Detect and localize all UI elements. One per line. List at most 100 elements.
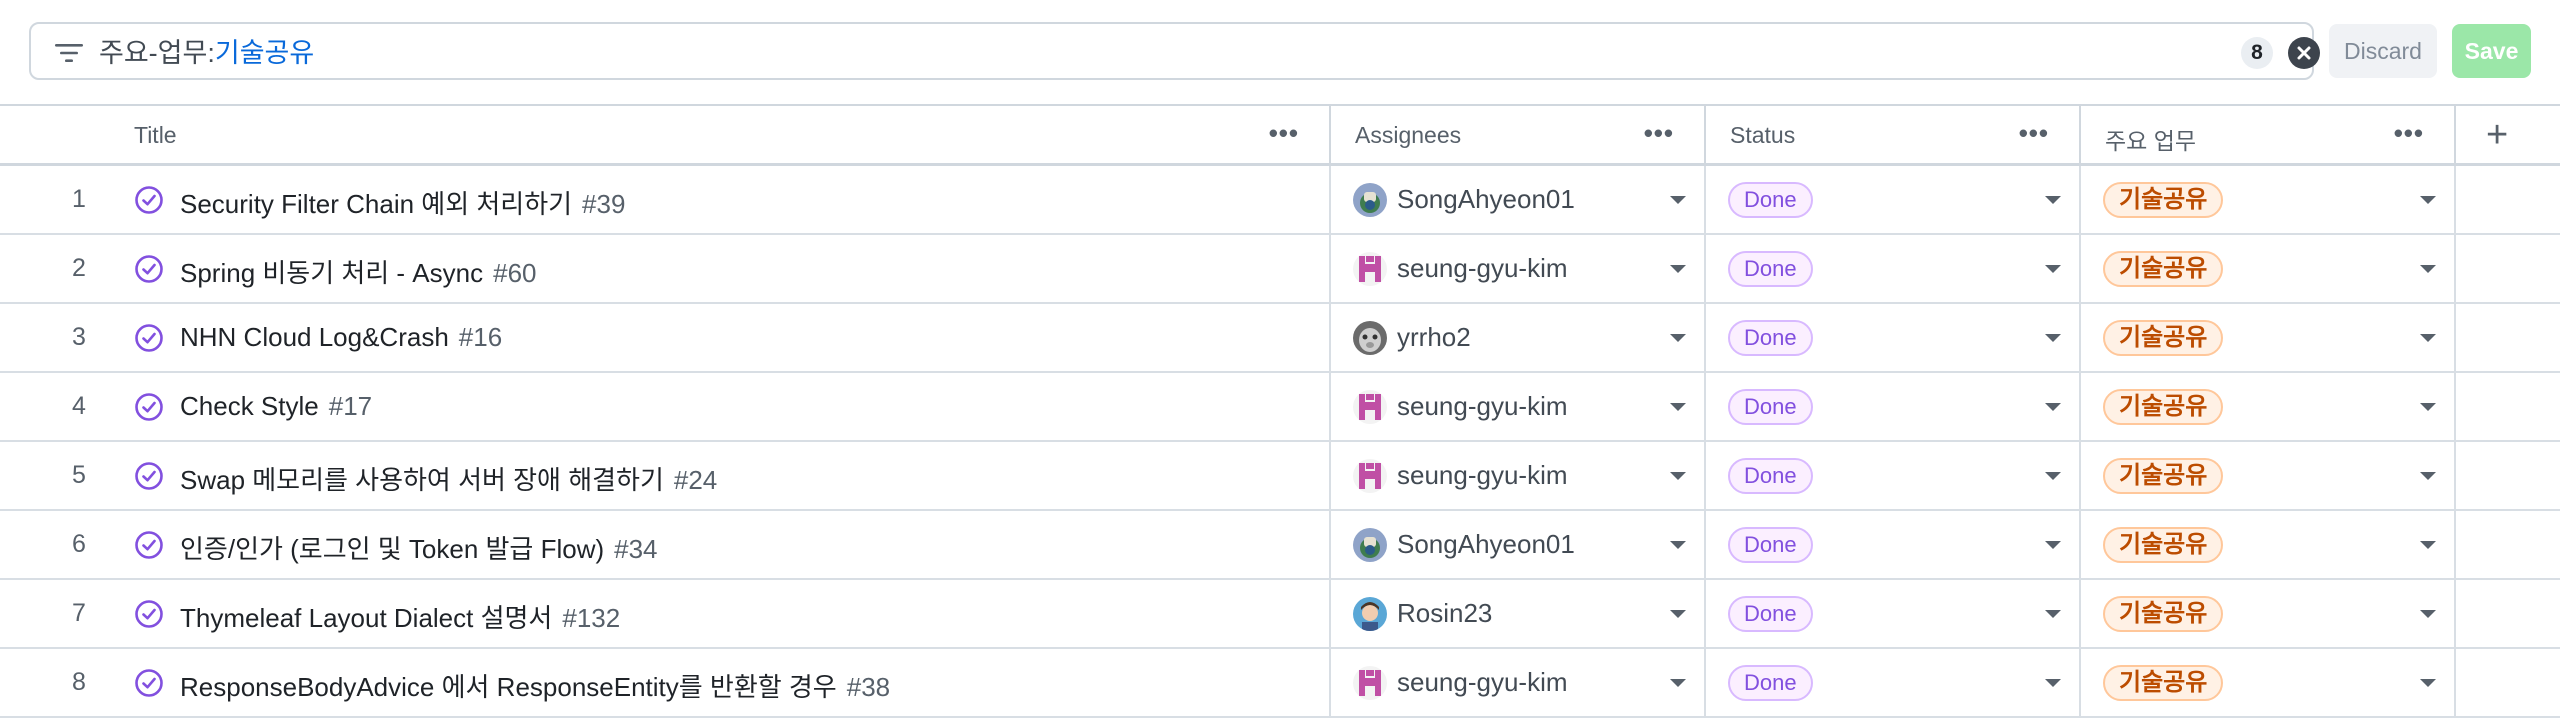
status-cell[interactable]: Done xyxy=(1706,649,2081,716)
status-badge: Done xyxy=(1728,596,1813,632)
assignee-cell[interactable]: SongAhyeon01 xyxy=(1331,511,1706,578)
avatar xyxy=(1353,390,1387,424)
title-cell[interactable]: 4 Check Style #17 xyxy=(0,373,1331,440)
issue-title[interactable]: NHN Cloud Log&Crash #16 xyxy=(180,322,502,353)
issue-title-text: Spring 비동기 처리 - Async xyxy=(180,258,484,288)
column-header-status[interactable]: Status ••• xyxy=(1706,106,2081,163)
chevron-down-icon[interactable] xyxy=(2045,403,2061,411)
chevron-down-icon[interactable] xyxy=(1670,196,1686,204)
title-cell[interactable]: 7 Thymeleaf Layout Dialect 설명서 #132 xyxy=(0,580,1331,647)
chevron-down-icon[interactable] xyxy=(1670,265,1686,273)
column-menu-button[interactable]: ••• xyxy=(2394,120,2424,146)
work-cell[interactable]: 기술공유 xyxy=(2081,442,2456,509)
work-cell[interactable]: 기술공유 xyxy=(2081,649,2456,716)
status-cell[interactable]: Done xyxy=(1706,235,2081,302)
chevron-down-icon[interactable] xyxy=(2420,541,2436,549)
chevron-down-icon[interactable] xyxy=(1670,334,1686,342)
title-cell[interactable]: 5 Swap 메모리를 사용하여 서버 장애 해결하기 #24 xyxy=(0,442,1331,509)
column-menu-button[interactable]: ••• xyxy=(1644,120,1674,146)
title-cell[interactable]: 1 Security Filter Chain 예외 처리하기 #39 xyxy=(0,166,1331,233)
chevron-down-icon[interactable] xyxy=(2045,610,2061,618)
chevron-down-icon[interactable] xyxy=(2420,472,2436,480)
title-cell[interactable]: 6 인증/인가 (로그인 및 Token 발급 Flow) #34 xyxy=(0,511,1331,578)
chevron-down-icon[interactable] xyxy=(2420,196,2436,204)
assignee-cell[interactable]: seung-gyu-kim xyxy=(1331,235,1706,302)
column-header-assignees[interactable]: Assignees ••• xyxy=(1331,106,1706,163)
status-cell[interactable]: Done xyxy=(1706,373,2081,440)
work-cell[interactable]: 기술공유 xyxy=(2081,373,2456,440)
issue-title-text: Check Style xyxy=(180,391,319,421)
filter-icon xyxy=(55,44,83,62)
check-circle-icon xyxy=(135,255,163,283)
column-menu-button[interactable]: ••• xyxy=(2019,120,2049,146)
title-cell[interactable]: 8 ResponseBodyAdvice 에서 ResponseEntity를 … xyxy=(0,649,1331,716)
work-cell[interactable]: 기술공유 xyxy=(2081,511,2456,578)
assignee-cell[interactable]: seung-gyu-kim xyxy=(1331,649,1706,716)
status-cell[interactable]: Done xyxy=(1706,304,2081,371)
discard-button[interactable]: Discard xyxy=(2329,24,2437,78)
status-cell[interactable]: Done xyxy=(1706,442,2081,509)
issue-title[interactable]: Spring 비동기 처리 - Async #60 xyxy=(180,253,537,290)
column-header-work[interactable]: 주요 업무 ••• xyxy=(2081,106,2456,163)
chevron-down-icon[interactable] xyxy=(2045,265,2061,273)
chevron-down-icon[interactable] xyxy=(1670,541,1686,549)
chevron-down-icon[interactable] xyxy=(1670,472,1686,480)
status-cell[interactable]: Done xyxy=(1706,166,2081,233)
chevron-down-icon[interactable] xyxy=(2420,265,2436,273)
chevron-down-icon[interactable] xyxy=(1670,610,1686,618)
chevron-down-icon[interactable] xyxy=(2045,679,2061,687)
title-cell[interactable]: 3 NHN Cloud Log&Crash #16 xyxy=(0,304,1331,371)
chevron-down-icon[interactable] xyxy=(1670,679,1686,687)
filter-input[interactable]: 주요-업무:기술공유 8 xyxy=(29,22,2320,80)
issue-title[interactable]: Check Style #17 xyxy=(180,391,372,422)
work-cell[interactable]: 기술공유 xyxy=(2081,235,2456,302)
title-cell[interactable]: 2 Spring 비동기 처리 - Async #60 xyxy=(0,235,1331,302)
table-row[interactable]: 6 인증/인가 (로그인 및 Token 발급 Flow) #34 SongAhy… xyxy=(0,511,2560,580)
clear-filter-button[interactable] xyxy=(2288,37,2320,69)
chevron-down-icon[interactable] xyxy=(1670,403,1686,411)
work-cell[interactable]: 기술공유 xyxy=(2081,166,2456,233)
table-row[interactable]: 1 Security Filter Chain 예외 처리하기 #39 SongA… xyxy=(0,166,2560,235)
work-cell[interactable]: 기술공유 xyxy=(2081,580,2456,647)
issue-title[interactable]: ResponseBodyAdvice 에서 ResponseEntity를 반환… xyxy=(180,667,890,704)
add-field-button[interactable]: + xyxy=(2486,114,2508,157)
table-row[interactable]: 2 Spring 비동기 처리 - Async #60 seung-gyu-kim… xyxy=(0,235,2560,304)
assignee-cell[interactable]: yrrho2 xyxy=(1331,304,1706,371)
chevron-down-icon[interactable] xyxy=(2420,334,2436,342)
status-cell[interactable]: Done xyxy=(1706,580,2081,647)
table-row[interactable]: 8 ResponseBodyAdvice 에서 ResponseEntity를 … xyxy=(0,649,2560,718)
filter-query[interactable]: 주요-업무:기술공유 xyxy=(99,34,314,72)
avatar xyxy=(1353,459,1387,493)
assignee-cell[interactable]: seung-gyu-kim xyxy=(1331,373,1706,440)
status-badge: Done xyxy=(1728,458,1813,494)
issue-title[interactable]: Swap 메모리를 사용하여 서버 장애 해결하기 #24 xyxy=(180,460,717,497)
assignee-cell[interactable]: SongAhyeon01 xyxy=(1331,166,1706,233)
avatar xyxy=(1353,183,1387,217)
column-header-title[interactable]: Title ••• xyxy=(0,106,1331,163)
chevron-down-icon[interactable] xyxy=(2420,679,2436,687)
chevron-down-icon[interactable] xyxy=(2045,541,2061,549)
issue-number: #132 xyxy=(562,603,621,633)
table-row[interactable]: 7 Thymeleaf Layout Dialect 설명서 #132 Rosin… xyxy=(0,580,2560,649)
table-row[interactable]: 3 NHN Cloud Log&Crash #16 yrrho2 Done 기술공… xyxy=(0,304,2560,373)
assignee-cell[interactable]: Rosin23 xyxy=(1331,580,1706,647)
table-header: Title ••• Assignees ••• Status ••• 주요 업무… xyxy=(0,104,2560,166)
status-cell[interactable]: Done xyxy=(1706,511,2081,578)
work-badge: 기술공유 xyxy=(2103,458,2224,494)
table-row[interactable]: 5 Swap 메모리를 사용하여 서버 장애 해결하기 #24 seung-gyu… xyxy=(0,442,2560,511)
issue-title[interactable]: 인증/인가 (로그인 및 Token 발급 Flow) #34 xyxy=(180,529,658,566)
assignee-cell[interactable]: seung-gyu-kim xyxy=(1331,442,1706,509)
work-cell[interactable]: 기술공유 xyxy=(2081,304,2456,371)
issue-title[interactable]: Security Filter Chain 예외 처리하기 #39 xyxy=(180,184,625,221)
filter-key: 주요-업무: xyxy=(99,38,215,68)
issue-number: #39 xyxy=(582,189,626,219)
issue-title[interactable]: Thymeleaf Layout Dialect 설명서 #132 xyxy=(180,598,620,635)
save-button[interactable]: Save xyxy=(2452,24,2531,78)
chevron-down-icon[interactable] xyxy=(2045,472,2061,480)
chevron-down-icon[interactable] xyxy=(2420,610,2436,618)
table-row[interactable]: 4 Check Style #17 seung-gyu-kim Done 기술공유 xyxy=(0,373,2560,442)
chevron-down-icon[interactable] xyxy=(2045,196,2061,204)
chevron-down-icon[interactable] xyxy=(2420,403,2436,411)
chevron-down-icon[interactable] xyxy=(2045,334,2061,342)
column-menu-button[interactable]: ••• xyxy=(1269,120,1299,146)
